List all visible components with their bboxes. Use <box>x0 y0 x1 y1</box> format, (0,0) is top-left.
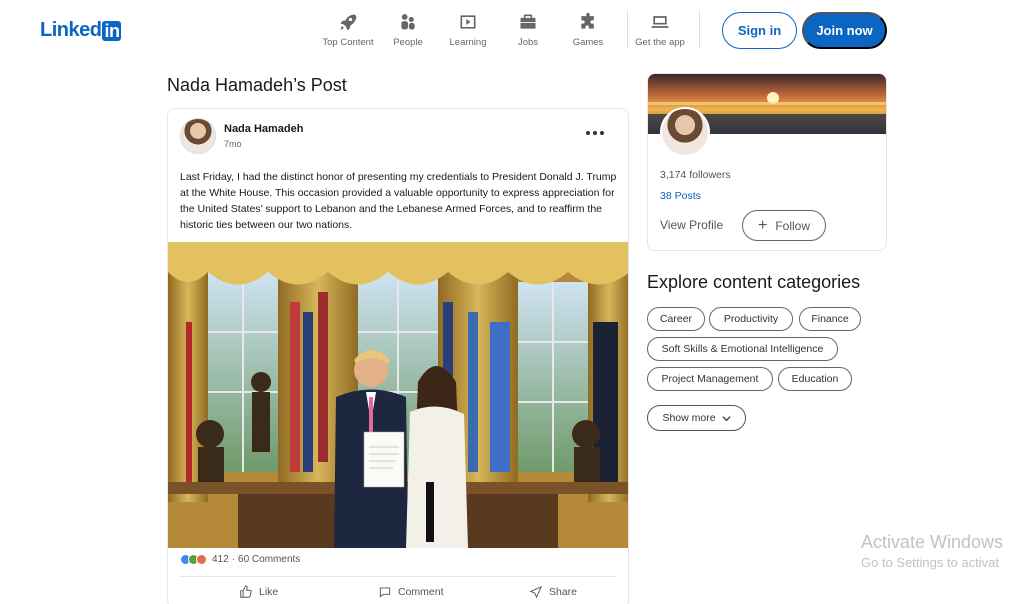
like-label: Like <box>259 586 279 598</box>
nav-top-content[interactable]: Top Content <box>318 12 378 48</box>
chip-finance[interactable]: Finance <box>799 307 861 331</box>
profile-avatar[interactable] <box>660 107 710 157</box>
comment-count[interactable]: 60 Comments <box>238 554 300 565</box>
author-avatar[interactable] <box>180 118 216 154</box>
post-text: Last Friday, I had the distinct honor of… <box>180 171 617 231</box>
nav-learning[interactable]: Learning <box>438 12 498 48</box>
puzzle-icon <box>581 12 594 29</box>
nav-label: Top Content <box>322 37 374 48</box>
nav-jobs[interactable]: Jobs <box>498 12 558 48</box>
chip-productivity[interactable]: Productivity <box>709 307 793 331</box>
like-button[interactable]: Like <box>239 585 278 599</box>
top-nav-bar: Linked in Top Content People Learning Job… <box>0 0 1018 62</box>
comment-label: Comment <box>398 586 444 598</box>
reaction-icons <box>180 554 207 565</box>
dot-icon <box>600 131 604 135</box>
explore-categories-title: Explore content categories <box>647 272 861 292</box>
send-icon <box>529 585 543 599</box>
nav-games[interactable]: Games <box>558 12 618 48</box>
laptop-icon <box>651 16 669 28</box>
comment-icon <box>379 587 391 598</box>
post-time: 7mo <box>224 139 242 149</box>
video-icon <box>460 15 476 29</box>
dot-icon <box>593 131 597 135</box>
post-divider <box>180 576 616 577</box>
main-nav: Top Content People Learning Jobs Games G… <box>318 12 690 48</box>
dot-icon <box>586 131 590 135</box>
nav-get-the-app[interactable]: Get the app <box>630 12 690 48</box>
profile-card: 3,174 followers 38 Posts View Profile + … <box>647 73 887 251</box>
follower-count: 3,174 followers <box>660 169 731 181</box>
view-profile-link[interactable]: View Profile <box>660 218 723 232</box>
post-photo[interactable] <box>168 242 628 548</box>
chevron-down-icon <box>722 415 731 421</box>
author-name[interactable]: Nada Hamadeh <box>224 123 303 135</box>
nav-people[interactable]: People <box>378 12 438 48</box>
follow-button[interactable]: + Follow <box>742 210 826 241</box>
love-reaction-icon <box>196 554 207 565</box>
logo-in-box: in <box>102 20 122 41</box>
nav-divider <box>699 10 700 48</box>
post-card: Nada Hamadeh 7mo Last Friday, I had the … <box>167 108 629 604</box>
people-icon <box>401 14 415 30</box>
briefcase-icon <box>520 14 536 29</box>
page-title: Nada Hamadeh’s Post <box>167 75 347 95</box>
rocket-icon <box>340 14 357 31</box>
nav-divider <box>627 10 628 48</box>
nav-label: Learning <box>449 37 487 48</box>
posts-link[interactable]: 38 Posts <box>660 190 701 202</box>
comment-button[interactable]: Comment <box>378 585 444 599</box>
reactions-summary[interactable]: 412 · 60 Comments <box>180 554 300 565</box>
nav-label: Jobs <box>517 37 539 48</box>
linkedin-logo[interactable]: Linked in <box>40 19 122 42</box>
oval-office-photo <box>168 242 628 548</box>
chip-education[interactable]: Education <box>778 367 852 391</box>
join-now-button[interactable]: Join now <box>802 12 887 49</box>
watermark-line-2: Go to Settings to activat <box>861 555 1000 570</box>
chip-soft-skills[interactable]: Soft Skills & Emotional Intelligence <box>647 337 838 361</box>
nav-label: Get the app <box>635 37 685 48</box>
share-label: Share <box>549 586 578 598</box>
nav-label: Games <box>572 37 604 48</box>
logo-text: Linked <box>40 19 102 41</box>
separator-dot: · <box>231 554 236 565</box>
follow-label: Follow <box>775 218 811 233</box>
share-button[interactable]: Share <box>529 585 577 599</box>
show-more-label: Show more <box>662 412 716 424</box>
plus-icon: + <box>757 216 768 234</box>
watermark-line-1: Activate Windows <box>861 532 1004 552</box>
reaction-count: 412 <box>212 554 229 565</box>
chip-project-management[interactable]: Project Management <box>647 367 773 391</box>
nav-label: People <box>393 37 423 48</box>
chip-career[interactable]: Career <box>647 307 705 331</box>
show-more-button[interactable]: Show more <box>647 405 746 431</box>
sign-in-button[interactable]: Sign in <box>722 12 797 49</box>
activate-windows-watermark: Activate Windows Go to Settings to activ… <box>861 532 1003 570</box>
more-options-button[interactable] <box>582 123 608 143</box>
thumbs-up-icon <box>240 585 252 598</box>
